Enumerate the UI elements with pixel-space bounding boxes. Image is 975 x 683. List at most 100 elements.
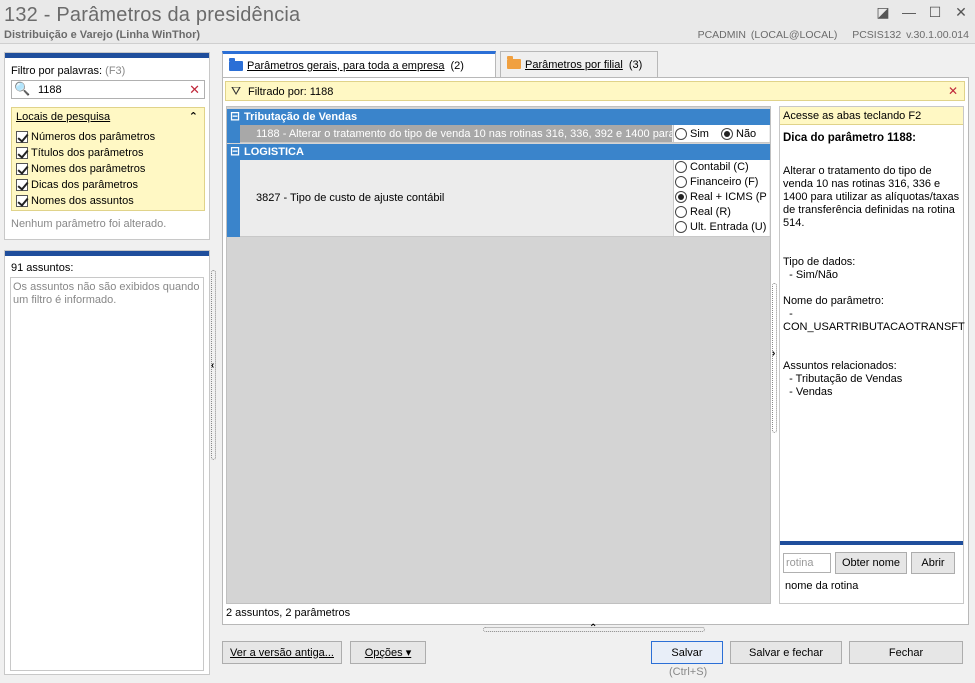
abrir-button[interactable]: Abrir: [911, 552, 955, 574]
radio-icon: [675, 128, 687, 140]
checkbox-icon: [16, 147, 28, 159]
options-button[interactable]: Opções ▾: [350, 641, 426, 664]
rotina-box: rotina Obter nome Abrir nome da rotina: [780, 541, 963, 603]
tab-label: Parâmetros por filial: [525, 58, 623, 71]
checkbox-label: Dicas dos parâmetros: [31, 179, 138, 191]
radio-label: Contabil (C): [690, 161, 749, 173]
checkbox-nomes-assuntos[interactable]: Nomes dos assuntos: [16, 194, 134, 208]
close-icon[interactable]: ✕: [953, 4, 969, 21]
chevron-left-icon[interactable]: ‹: [211, 360, 214, 371]
tip-panel: Acesse as abas teclando F2 Dica do parâm…: [779, 106, 965, 604]
rotina-input[interactable]: rotina: [783, 553, 831, 573]
filter-label: Filtro por palavras: (F3): [11, 65, 125, 77]
user-info: PCADMIN (LOCAL@LOCAL) PCSIS132 v.30.1.00…: [698, 29, 969, 41]
tab-parametros-filial[interactable]: Parâmetros por filial (3): [500, 51, 658, 77]
checkbox-nomes-parametros[interactable]: Nomes dos parâmetros: [16, 162, 145, 176]
checkbox-icon: [16, 195, 28, 207]
chevron-right-icon[interactable]: ›: [772, 348, 775, 359]
save-close-button[interactable]: Salvar e fechar: [730, 641, 842, 664]
tip-title: Dica do parâmetro 1188:: [783, 132, 916, 144]
save-button[interactable]: Salvar: [651, 641, 723, 664]
button-label: Fechar: [888, 646, 924, 659]
panel-accent-bar: [5, 251, 209, 256]
group-header[interactable]: ⊟ LOGISTICA: [227, 144, 770, 160]
no-change-message: Nenhum parâmetro foi alterado.: [11, 218, 167, 230]
radio-label: Real (R): [690, 206, 731, 218]
button-label: Salvar e fechar: [749, 646, 823, 659]
radio-label: Financeiro (F): [690, 176, 759, 188]
tip-hint: Acesse as abas teclando F2: [780, 107, 963, 125]
checkbox-titulos[interactable]: Títulos dos parâmetros: [16, 146, 144, 160]
folder-icon: [229, 58, 243, 71]
radio-financeiro[interactable]: Financeiro (F): [675, 176, 758, 188]
subjects-count: 91 assuntos:: [11, 262, 74, 274]
filter-panel: Filtro por palavras: (F3) 🔍 1188 ✕ Locai…: [4, 52, 210, 240]
obter-nome-button[interactable]: Obter nome: [835, 552, 907, 574]
checkbox-dicas[interactable]: Dicas dos parâmetros: [16, 178, 138, 192]
parameter-options: Contabil (C) Financeiro (F) Real + ICMS …: [673, 160, 769, 236]
table-row[interactable]: 3827 - Tipo de custo de ajuste contábil …: [240, 160, 770, 237]
tab-count: (2): [450, 59, 464, 72]
radio-sim[interactable]: Sim: [675, 128, 709, 140]
minimize-icon[interactable]: —: [901, 4, 917, 21]
window-controls: ◪ — ☐ ✕: [875, 4, 969, 21]
radio-nao[interactable]: Não: [721, 128, 756, 140]
radio-real[interactable]: Real (R): [675, 206, 731, 218]
checkbox-label: Números dos parâmetros: [31, 131, 156, 143]
subjects-panel: 91 assuntos: Os assuntos não são exibido…: [4, 250, 210, 675]
chevron-up-icon[interactable]: ⌃: [589, 623, 597, 634]
clear-search-icon[interactable]: ✕: [189, 82, 200, 98]
rotina-name: nome da rotina: [785, 580, 859, 592]
filter-bar: ⛛ Filtrado por: 1188 ✕: [225, 81, 965, 101]
radio-icon: [721, 128, 733, 140]
filter-label-text: Filtro por palavras:: [11, 65, 103, 77]
checkbox-numeros[interactable]: Números dos parâmetros: [16, 130, 155, 144]
left-splitter[interactable]: ‹: [210, 270, 218, 460]
checkbox-icon: [16, 163, 28, 175]
version-label: PCSIS132 v.30.1.00.014: [852, 29, 969, 41]
parameter-options: Sim Não: [673, 125, 769, 142]
window-subtitle: Distribuição e Varejo (Linha WinThor): [4, 29, 201, 41]
radio-icon: [675, 221, 687, 233]
radio-icon: [675, 161, 687, 173]
radio-label: Sim: [690, 128, 709, 140]
checkbox-label: Nomes dos parâmetros: [31, 163, 146, 175]
bottom-splitter[interactable]: ⌃: [483, 623, 705, 634]
search-input[interactable]: 🔍 1188 ✕: [11, 80, 205, 99]
table-row[interactable]: 1188 - Alterar o tratamento do tipo de v…: [240, 125, 770, 143]
user-label: PCADMIN (LOCAL@LOCAL): [697, 29, 838, 41]
collapse-icon[interactable]: ⊟: [230, 109, 240, 123]
save-shortcut: (Ctrl+S): [669, 666, 708, 678]
button-label: Ver a versão antiga...: [230, 646, 334, 659]
old-version-button[interactable]: Ver a versão antiga...: [222, 641, 342, 664]
window-title: 132 - Parâmetros da presidência: [4, 4, 301, 26]
funnel-icon: ⛛: [231, 84, 242, 98]
collapse-icon[interactable]: ⌃: [189, 110, 198, 123]
group-strip: [227, 160, 240, 237]
radio-icon: [675, 191, 687, 203]
radio-contabil[interactable]: Contabil (C): [675, 161, 749, 173]
tab-count: (3): [628, 58, 643, 71]
pin-icon[interactable]: ◪: [875, 4, 891, 21]
radio-ult-entrada[interactable]: Ult. Entrada (U): [675, 221, 766, 233]
group-header[interactable]: ⊟ Tributação de Vendas: [227, 109, 770, 125]
parameter-title: 3827 - Tipo de custo de ajuste contábil: [256, 192, 445, 204]
radio-real-icms[interactable]: Real + ICMS (P: [675, 191, 767, 203]
collapse-icon[interactable]: ⊟: [230, 144, 240, 158]
title-bar: 132 - Parâmetros da presidência Distribu…: [0, 0, 975, 44]
group-label: LOGISTICA: [244, 146, 304, 158]
checkbox-label: Nomes dos assuntos: [31, 195, 134, 207]
clear-filter-icon[interactable]: ✕: [948, 84, 958, 98]
subjects-list[interactable]: Os assuntos não são exibidos quando um f…: [10, 277, 204, 671]
radio-icon: [675, 176, 687, 188]
maximize-icon[interactable]: ☐: [927, 4, 943, 21]
main-content: ⛛ Filtrado por: 1188 ✕ ⊟ Tributação de V…: [222, 77, 969, 625]
right-splitter[interactable]: ›: [771, 283, 779, 433]
filter-shortcut: (F3): [105, 65, 126, 77]
close-button[interactable]: Fechar: [849, 641, 963, 664]
grid-count: 2 assuntos, 2 parâmetros: [226, 607, 351, 619]
search-locations-title[interactable]: Locais de pesquisa: [16, 111, 110, 123]
parameters-grid: ⊟ Tributação de Vendas 1188 - Alterar o …: [226, 106, 771, 604]
tab-parametros-gerais[interactable]: Parâmetros gerais, para toda a empresa (…: [222, 51, 496, 77]
checkbox-icon: [16, 131, 28, 143]
